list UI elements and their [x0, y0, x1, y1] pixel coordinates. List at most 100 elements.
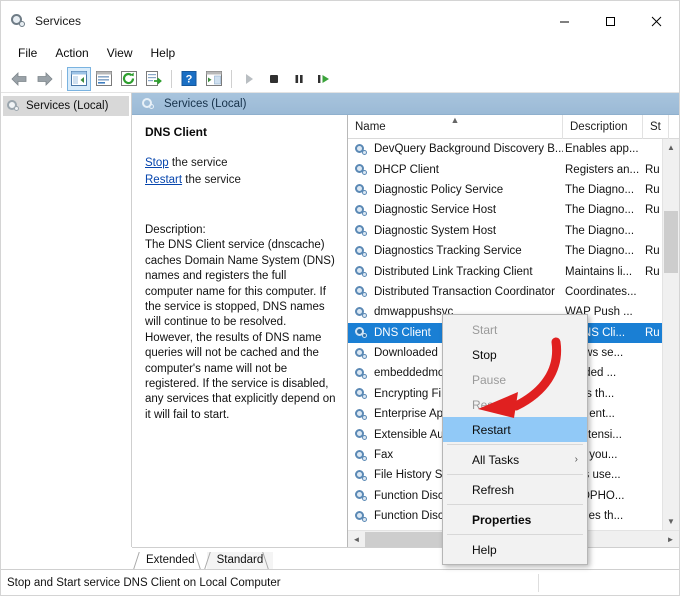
view-tabs: Extended Standard [132, 547, 679, 569]
cell-service-description: The Diagno... [565, 224, 635, 237]
scroll-right-icon[interactable]: ► [662, 535, 679, 544]
service-name-label: Diagnostics Tracking Service [374, 245, 522, 258]
scroll-left-icon[interactable]: ◄ [348, 535, 365, 544]
forward-icon[interactable] [32, 67, 56, 91]
refresh-icon[interactable] [117, 67, 141, 91]
tab-extended[interactable]: Extended [133, 552, 208, 569]
table-row[interactable]: Distributed Link Tracking Client Maintain… [348, 261, 662, 281]
toolbar-separator-3 [231, 69, 232, 88]
menu-item-file[interactable]: File [9, 43, 46, 63]
show-hide-tree-icon[interactable] [67, 66, 91, 91]
menu-item-action[interactable]: Action [46, 43, 97, 63]
tab-standard-label: Standard [216, 554, 264, 566]
column-header-description[interactable]: Description [563, 115, 643, 139]
column-header-name[interactable]: ▲ Name [348, 115, 563, 139]
table-row[interactable]: Diagnostics Tracking Service The Diagno..… [348, 241, 662, 261]
service-name-label: Fax [374, 449, 394, 462]
scroll-up-icon[interactable]: ▲ [663, 139, 679, 156]
context-menu[interactable]: Start Stop Pause Resume Restart All Tasks › Ref… [442, 314, 588, 565]
cell-service-description: The Diagno... [565, 245, 635, 258]
export-list-icon[interactable] [142, 67, 166, 91]
column-header-status-label: St [650, 121, 661, 133]
cell-service-status: Ru [645, 245, 660, 258]
service-name-label: Function Disc [374, 489, 444, 502]
context-menu-item-properties[interactable]: Properties [443, 507, 587, 532]
restart-service-icon[interactable] [312, 67, 336, 91]
action-restart-service: Restart the service [145, 172, 337, 189]
stop-service-suffix: the service [168, 157, 228, 169]
status-bar-separator [538, 573, 539, 592]
service-gear-icon [355, 204, 369, 217]
service-name-label: Diagnostic Service Host [374, 204, 497, 217]
service-gear-icon [355, 265, 369, 278]
context-menu-item-all-tasks[interactable]: All Tasks › [443, 447, 587, 472]
column-header-description-label: Description [570, 121, 628, 133]
cell-service-status: Ru [645, 204, 660, 217]
show-hide-console-icon[interactable] [92, 67, 116, 91]
menu-item-help[interactable]: Help [142, 43, 185, 63]
service-gear-icon [355, 469, 369, 482]
cell-service-name: Diagnostics Tracking Service [348, 245, 563, 258]
context-menu-item-label: Pause [472, 372, 507, 387]
cell-service-name: Diagnostic System Host [348, 224, 563, 237]
toolbar-separator [61, 69, 62, 88]
action-stop-service: Stop the service [145, 155, 337, 172]
service-description-block: Description: The DNS Client service (dns… [145, 223, 337, 423]
cell-service-status: Ru [645, 265, 660, 278]
stop-service-icon[interactable] [262, 67, 286, 91]
context-menu-item-label: Restart [472, 422, 511, 437]
services-gear-icon [11, 13, 27, 29]
cell-service-status: Ru [645, 326, 660, 339]
start-service-icon[interactable] [237, 67, 261, 91]
context-menu-item-label: Start [472, 322, 498, 337]
pause-service-icon[interactable] [287, 67, 311, 91]
toolbar-separator-2 [171, 69, 172, 88]
scroll-down-icon[interactable]: ▼ [663, 513, 679, 530]
context-menu-item-help[interactable]: Help [443, 537, 587, 562]
context-menu-item-refresh[interactable]: Refresh [443, 477, 587, 502]
cell-service-status: Ru [645, 163, 660, 176]
service-gear-icon [355, 367, 369, 380]
table-row[interactable]: DevQuery Background Discovery B... Enable… [348, 139, 662, 159]
context-menu-item-label: Refresh [472, 482, 515, 497]
cell-service-status: Ru [645, 183, 660, 196]
table-row[interactable]: Diagnostic Service Host The Diagno... Ru [348, 200, 662, 220]
menu-item-view[interactable]: View [98, 43, 142, 63]
vertical-scrollbar[interactable]: ▲ ▼ [662, 139, 679, 530]
service-gear-icon [355, 347, 369, 360]
context-menu-item-stop[interactable]: Stop [443, 342, 587, 367]
context-menu-item-label: Resume [472, 397, 517, 412]
service-gear-icon [355, 510, 369, 523]
service-gear-icon [355, 489, 369, 502]
service-gear-icon [355, 387, 369, 400]
context-menu-item-restart[interactable]: Restart [443, 417, 587, 442]
back-icon[interactable] [7, 67, 31, 91]
properties-icon[interactable] [202, 67, 226, 91]
help-icon[interactable]: ? [177, 67, 201, 91]
minimize-icon[interactable] [541, 1, 587, 41]
sidebar-item-services-local[interactable]: Services (Local) [3, 96, 129, 116]
stop-service-link[interactable]: Stop [145, 157, 169, 169]
context-menu-separator [447, 444, 583, 445]
results-pane-header: Services (Local) [132, 93, 679, 115]
table-row[interactable]: Diagnostic System Host The Diagno... [348, 221, 662, 241]
maximize-icon[interactable] [587, 1, 633, 41]
context-menu-separator [447, 474, 583, 475]
service-gear-icon [355, 224, 369, 237]
cell-service-name: Diagnostic Policy Service [348, 183, 563, 196]
restart-service-link[interactable]: Restart [145, 174, 182, 186]
services-window: Services File Action View Help ? Service… [0, 0, 680, 596]
tab-standard[interactable]: Standard [203, 552, 277, 569]
vertical-scrollbar-thumb[interactable] [664, 211, 678, 273]
service-gear-icon [355, 163, 369, 176]
table-row[interactable]: DHCP Client Registers an... Ru [348, 159, 662, 179]
cell-service-name: DHCP Client [348, 163, 563, 176]
service-name-label: Function Disc [374, 510, 444, 523]
close-icon[interactable] [633, 1, 679, 41]
table-row[interactable]: Distributed Transaction Coordinator Coord… [348, 282, 662, 302]
service-name-label: Downloaded [374, 347, 438, 360]
column-header-status[interactable]: St [643, 115, 669, 139]
service-name-label: Enterprise Ap [374, 408, 444, 421]
table-row[interactable]: Diagnostic Policy Service The Diagno... Ru [348, 180, 662, 200]
description-label: Description: [145, 224, 206, 236]
